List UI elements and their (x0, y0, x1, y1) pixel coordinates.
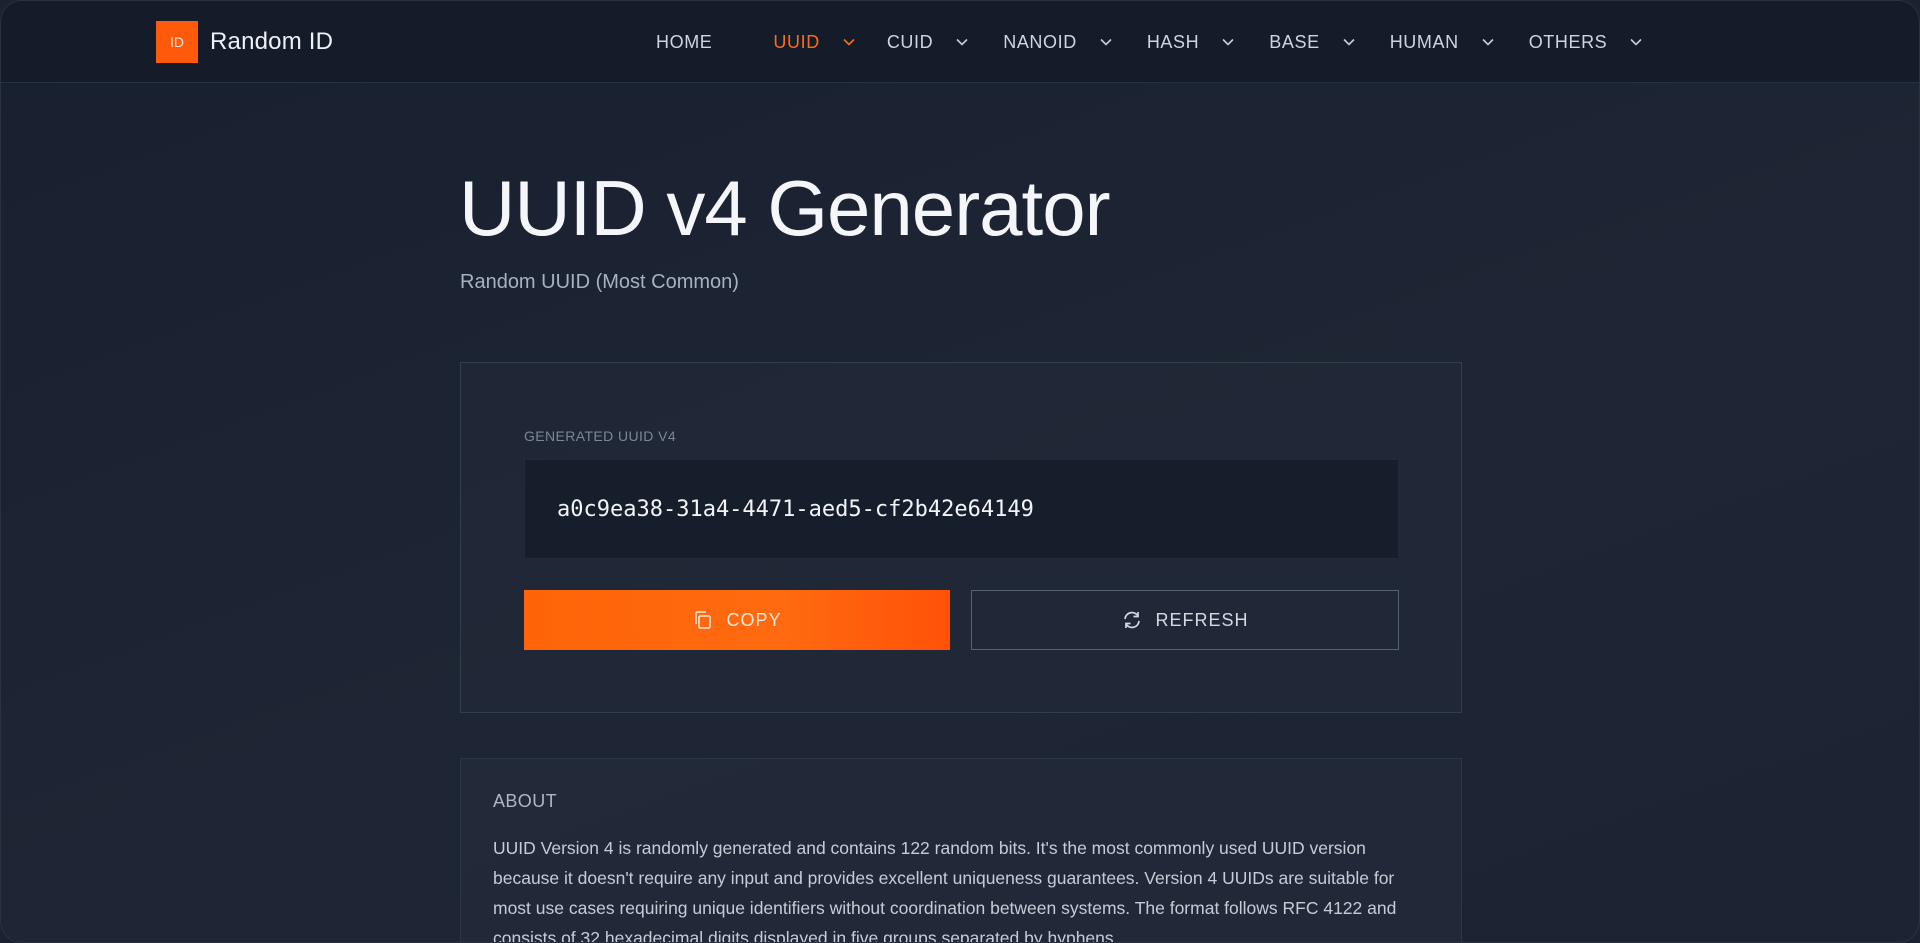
nav-item-label: HASH (1146, 31, 1200, 52)
nav-item-label: HUMAN (1389, 31, 1459, 52)
page-subtitle: Random UUID (Most Common) (460, 271, 739, 293)
refresh-button[interactable]: REFRESH (971, 590, 1399, 650)
brand-name: Random ID (210, 28, 334, 55)
copy-button[interactable]: COPY (524, 590, 950, 650)
nav-item-cuid[interactable]: CUID (887, 32, 969, 53)
chevron-down-icon[interactable] (955, 35, 969, 49)
chevron-down-icon[interactable] (1342, 35, 1356, 49)
nav-item-label: OTHERS (1528, 31, 1608, 52)
uuid-output[interactable]: a0c9ea38-31a4-4471-aed5-cf2b42e64149 (524, 459, 1399, 559)
main-menu: HOME UUID CUID NANOID HASH BASE HUMAN OT… (656, 1, 1643, 83)
nav-item-label: UUID (773, 31, 820, 52)
nav-item-home[interactable]: HOME (656, 32, 712, 53)
top-navigation: ID Random ID HOME UUID CUID NANOID HASH (1, 1, 1919, 83)
chevron-down-icon[interactable] (1099, 35, 1113, 49)
nav-item-uuid[interactable]: UUID (773, 32, 855, 53)
nav-item-hash[interactable]: HASH (1147, 32, 1235, 53)
chevron-down-icon[interactable] (1481, 35, 1495, 49)
app-window: ID Random ID HOME UUID CUID NANOID HASH (0, 0, 1920, 943)
chevron-down-icon[interactable] (842, 35, 856, 49)
nav-item-nanoid[interactable]: NANOID (1003, 32, 1113, 53)
about-section: ABOUT UUID Version 4 is randomly generat… (460, 758, 1462, 943)
nav-item-label: BASE (1269, 31, 1320, 52)
chevron-down-icon[interactable] (1629, 35, 1643, 49)
copy-button-label: COPY (726, 609, 782, 630)
about-text: UUID Version 4 is randomly generated and… (493, 838, 1397, 943)
nav-item-human[interactable]: HUMAN (1390, 32, 1495, 53)
brand[interactable]: ID Random ID (156, 21, 333, 63)
generator-card: GENERATED UUID V4 a0c9ea38-31a4-4471-aed… (460, 362, 1462, 713)
about-heading: ABOUT (493, 791, 558, 811)
refresh-button-label: REFRESH (1155, 609, 1249, 630)
logo: ID (156, 21, 198, 63)
nav-item-others[interactable]: OTHERS (1529, 32, 1644, 53)
chevron-down-icon[interactable] (1221, 35, 1235, 49)
copy-icon (692, 609, 714, 631)
refresh-icon (1121, 609, 1143, 631)
page-title: UUID v4 Generator (459, 164, 1111, 252)
nav-item-label: HOME (656, 31, 713, 52)
uuid-field-label: GENERATED UUID V4 (524, 428, 677, 444)
nav-item-label: NANOID (1003, 31, 1077, 52)
nav-item-label: CUID (886, 31, 934, 52)
nav-item-base[interactable]: BASE (1269, 32, 1355, 53)
